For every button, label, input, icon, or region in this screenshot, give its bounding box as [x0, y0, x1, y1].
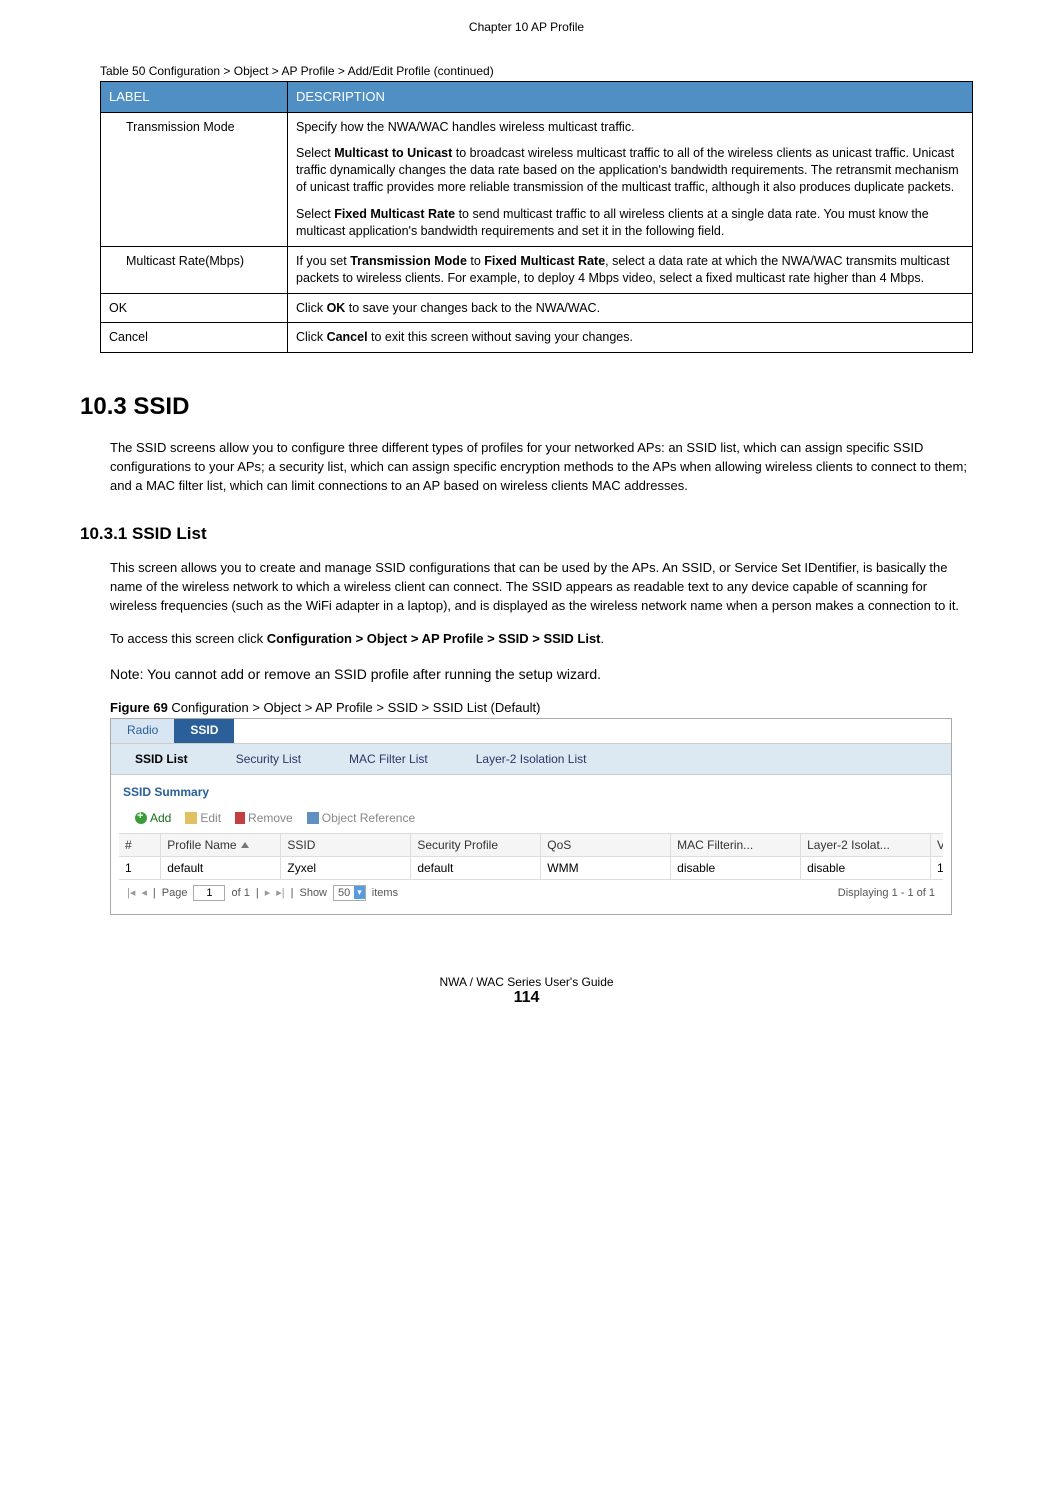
- footer-page-number: 114: [80, 989, 973, 1007]
- grid-cell: Zyxel: [281, 857, 411, 879]
- page-size-value: 50: [334, 886, 354, 900]
- cell-label: Cancel: [101, 323, 288, 353]
- grid-header: # Profile Name SSID Security Profile QoS…: [119, 834, 943, 857]
- prev-page-button[interactable]: ◂: [141, 886, 147, 899]
- tab-ssid[interactable]: SSID: [174, 719, 234, 743]
- objref-label: Object Reference: [322, 811, 415, 825]
- col-qos[interactable]: QoS: [541, 834, 671, 856]
- show-label: Show: [299, 887, 327, 899]
- figure-title: Configuration > Object > AP Profile > SS…: [168, 700, 541, 715]
- page-input[interactable]: [193, 885, 225, 901]
- toolbar: Add Edit Remove Object Reference: [111, 805, 951, 833]
- subtab-security-list[interactable]: Security List: [212, 744, 325, 774]
- reference-icon: [307, 812, 319, 824]
- screenshot-ssid-list: RadioSSID SSID ListSecurity ListMAC Filt…: [110, 718, 952, 915]
- footer: NWA / WAC Series User's Guide 114: [80, 975, 973, 1007]
- col-number[interactable]: #: [119, 834, 161, 856]
- table-row: Multicast Rate(Mbps)If you set Transmiss…: [101, 246, 973, 293]
- tab-radio[interactable]: Radio: [111, 719, 174, 743]
- remove-label: Remove: [248, 811, 293, 825]
- col-ssid[interactable]: SSID: [281, 834, 411, 856]
- grid-cell: disable: [671, 857, 801, 879]
- cell-label: Transmission Mode: [101, 112, 288, 246]
- first-page-button[interactable]: |◂: [127, 886, 135, 899]
- table-caption: Table 50 Configuration > Object > AP Pro…: [100, 64, 973, 78]
- table-row: OKClick OK to save your changes back to …: [101, 293, 973, 323]
- footer-guide: NWA / WAC Series User's Guide: [80, 975, 973, 989]
- chevron-down-icon: ▾: [354, 886, 365, 899]
- col-profile-name[interactable]: Profile Name: [161, 834, 281, 856]
- grid: # Profile Name SSID Security Profile QoS…: [119, 833, 943, 880]
- section-body: The SSID screens allow you to configure …: [110, 439, 973, 496]
- sort-asc-icon: [241, 842, 249, 848]
- items-label: items: [372, 887, 398, 899]
- figure-caption: Figure 69 Configuration > Object > AP Pr…: [110, 700, 973, 715]
- table-row[interactable]: 1defaultZyxeldefaultWMMdisabledisable1: [119, 857, 943, 880]
- subsection-body-1: This screen allows you to create and man…: [110, 559, 973, 616]
- displaying-label: Displaying 1 - 1 of 1: [838, 887, 935, 899]
- th-description: DESCRIPTION: [288, 82, 973, 113]
- col-security-profile[interactable]: Security Profile: [411, 834, 541, 856]
- add-button[interactable]: Add: [129, 809, 177, 827]
- table-row: Transmission ModeSpecify how the NWA/WAC…: [101, 112, 973, 246]
- page-size-select[interactable]: 50▾: [333, 885, 366, 901]
- add-icon: [135, 812, 147, 824]
- cell-label: OK: [101, 293, 288, 323]
- cell-description: Specify how the NWA/WAC handles wireless…: [288, 112, 973, 246]
- th-label: LABEL: [101, 82, 288, 113]
- grid-cell: default: [161, 857, 281, 879]
- grid-cell: WMM: [541, 857, 671, 879]
- col-layer2-isolation[interactable]: Layer-2 Isolat...: [801, 834, 931, 856]
- config-table: LABEL DESCRIPTION Transmission ModeSpeci…: [100, 81, 973, 353]
- subsection-heading: 10.3.1 SSID List: [80, 524, 973, 544]
- grid-cell: 1: [119, 857, 161, 879]
- next-page-button[interactable]: ▸: [265, 886, 271, 899]
- tab-row: RadioSSID: [111, 719, 951, 743]
- chapter-header: Chapter 10 AP Profile: [80, 20, 973, 34]
- grid-cell: 1: [931, 857, 943, 879]
- grid-cell: disable: [801, 857, 931, 879]
- access-text-suffix: .: [601, 631, 605, 646]
- cell-description: Click Cancel to exit this screen without…: [288, 323, 973, 353]
- remove-button[interactable]: Remove: [229, 809, 299, 827]
- grid-cell: default: [411, 857, 541, 879]
- subtab-row: SSID ListSecurity ListMAC Filter ListLay…: [111, 743, 951, 775]
- subtab-layer-2-isolation-list[interactable]: Layer-2 Isolation List: [452, 744, 611, 774]
- section-heading: 10.3 SSID: [80, 393, 973, 421]
- of-label: of 1: [231, 887, 249, 899]
- subtab-mac-filter-list[interactable]: MAC Filter List: [325, 744, 452, 774]
- col-profile-label: Profile Name: [167, 838, 236, 852]
- object-reference-button[interactable]: Object Reference: [301, 809, 421, 827]
- cell-description: Click OK to save your changes back to th…: [288, 293, 973, 323]
- table-row: CancelClick Cancel to exit this screen w…: [101, 323, 973, 353]
- pager: |◂ ◂ | Page of 1 | ▸ ▸| | Show 50▾ items…: [119, 880, 943, 906]
- edit-button[interactable]: Edit: [179, 809, 227, 827]
- subsection-body-2: To access this screen click Configuratio…: [110, 630, 973, 649]
- note-text: Note: You cannot add or remove an SSID p…: [110, 664, 973, 684]
- edit-icon: [185, 812, 197, 824]
- remove-icon: [235, 812, 245, 824]
- page-label: Page: [162, 887, 188, 899]
- access-text-prefix: To access this screen click: [110, 631, 267, 646]
- cell-description: If you set Transmission Mode to Fixed Mu…: [288, 246, 973, 293]
- last-page-button[interactable]: ▸|: [276, 886, 284, 899]
- col-mac-filtering[interactable]: MAC Filterin...: [671, 834, 801, 856]
- cell-label: Multicast Rate(Mbps): [101, 246, 288, 293]
- col-vlan-id[interactable]: VLAN ID: [931, 834, 943, 856]
- panel-title: SSID Summary: [111, 775, 951, 805]
- add-label: Add: [150, 811, 171, 825]
- figure-number: Figure 69: [110, 700, 168, 715]
- access-path: Configuration > Object > AP Profile > SS…: [267, 631, 601, 646]
- edit-label: Edit: [200, 811, 221, 825]
- subtab-ssid-list[interactable]: SSID List: [111, 744, 212, 774]
